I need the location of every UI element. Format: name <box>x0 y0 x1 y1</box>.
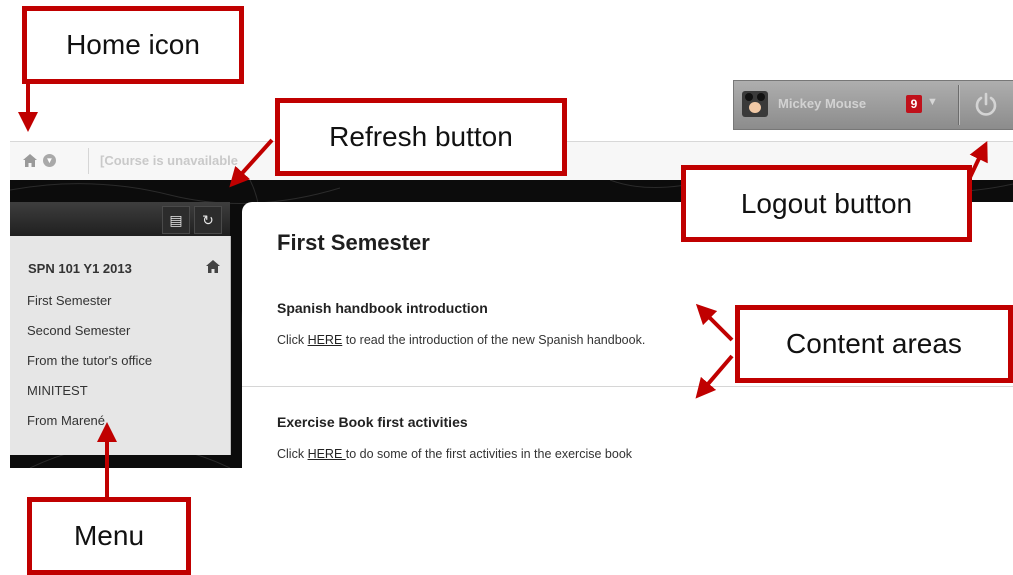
arrow <box>695 303 734 342</box>
annotation-arrows <box>18 79 988 498</box>
callout-refresh-button: Refresh button <box>275 98 567 176</box>
callout-menu: Menu <box>27 497 191 575</box>
arrow <box>695 354 734 399</box>
callout-home-icon: Home icon <box>22 6 244 84</box>
callout-logout-button: Logout button <box>681 165 972 242</box>
arrow <box>229 138 274 188</box>
callout-content-areas: Content areas <box>735 305 1013 383</box>
